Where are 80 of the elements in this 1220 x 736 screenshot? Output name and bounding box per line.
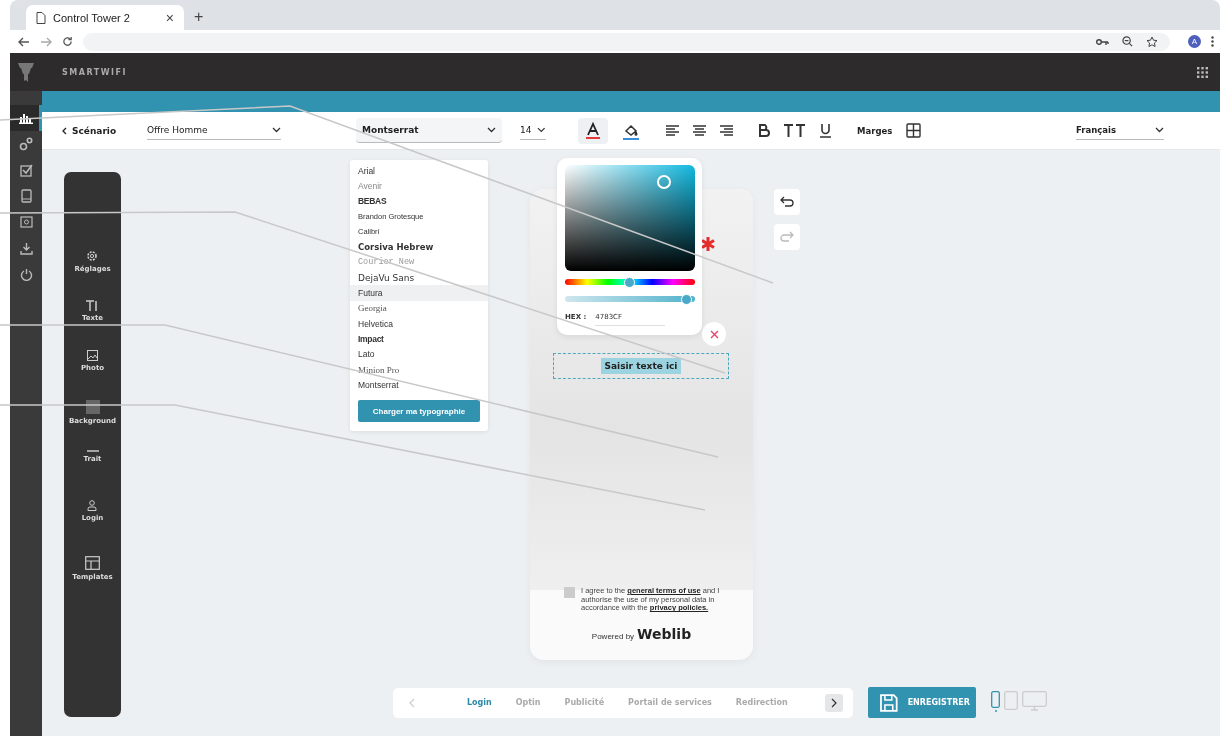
rail-item[interactable] [10,105,42,131]
font-option[interactable]: Helvetica [350,315,488,332]
gears-icon [19,137,33,151]
font-option[interactable]: DejaVu Sans [350,270,488,286]
close-icon [709,329,719,339]
font-option[interactable]: Arial [350,163,488,179]
font-option[interactable]: Futura [350,285,488,301]
star-icon[interactable] [1146,35,1158,48]
undo-icon [780,196,794,208]
opacity-thumb[interactable] [680,294,692,305]
font-option[interactable]: Lato [350,346,488,362]
back-link[interactable]: Scénario [72,125,147,136]
font-option[interactable]: Montserrat [350,377,488,393]
text-box[interactable]: Saisir texte ici [600,358,682,374]
undo-button[interactable] [774,189,800,215]
gear-icon[interactable] [86,250,99,262]
back-arrow-icon[interactable] [18,36,30,47]
text-icon[interactable] [86,300,99,311]
new-tab-button[interactable]: + [194,8,204,26]
grid-icon[interactable] [906,123,922,138]
font-option[interactable]: Minion Pro [350,361,488,378]
color-handle[interactable] [657,175,671,189]
apps-grid-icon[interactable] [1197,66,1208,78]
layout-icon[interactable] [85,556,100,570]
zoom-out-icon[interactable] [1122,36,1133,47]
align-center-icon[interactable] [693,125,706,136]
caret-icon [487,127,496,133]
back-chevron-icon[interactable] [62,126,67,135]
image-icon[interactable] [87,350,98,361]
tab-title: Control Tower 2 [53,11,130,24]
font-dropdown[interactable]: Montserrat [356,118,502,143]
hue-thumb[interactable] [623,277,635,288]
close-tab-button[interactable]: × [165,9,174,26]
save-button[interactable]: ENREGISTRER [868,687,976,718]
certificate-icon [19,215,33,229]
page-icon [36,11,46,24]
caret-icon [272,127,281,133]
reload-icon[interactable] [62,36,73,47]
bold-icon[interactable] [759,124,770,137]
user-icon[interactable] [87,500,98,511]
scenario-dropdown[interactable]: Offre Homme [147,121,281,140]
margins-button[interactable]: Marges [857,125,893,136]
upload-font-button[interactable]: Charger ma typographie [358,400,480,423]
language-dropdown[interactable]: Français [1076,121,1164,140]
caret-icon [1155,127,1164,133]
redo-icon [780,231,794,243]
browser-tab[interactable]: Control Tower 2 × [26,5,184,30]
profile-avatar[interactable]: A [1188,35,1201,48]
opacity-slider[interactable] [565,296,695,302]
bar-chart-icon [19,112,33,124]
color-field[interactable] [565,165,695,271]
font-option[interactable]: Georgia [350,300,488,316]
chevron-right-icon [831,697,837,708]
hue-slider[interactable] [565,279,695,285]
powered-by-label: Powered by [591,632,635,641]
font-size-dropdown[interactable]: 14 [520,121,546,140]
key-icon [1096,37,1109,46]
next-button[interactable] [825,693,843,712]
font-option[interactable]: Avenir [350,178,488,194]
tablet-icon [20,189,32,203]
font-option[interactable]: BEBAS [350,193,488,209]
uppercase-icon[interactable] [784,124,806,137]
line-icon[interactable] [86,450,99,452]
checkbox-icon [19,163,33,177]
asterisk-icon [700,236,716,252]
align-right-icon[interactable] [720,125,733,136]
weblib-logo: Weblib [637,626,692,642]
underline-icon[interactable] [820,123,831,138]
power-icon [19,267,33,281]
download-icon [19,241,33,255]
more-menu-icon[interactable] [1211,36,1214,47]
font-option[interactable]: Impact [350,331,488,347]
step-tab[interactable]: Login [467,698,492,707]
caret-icon [537,127,546,133]
align-left-icon[interactable] [666,125,679,136]
app-brand: SMARTWIFI [62,67,127,77]
selection-frame[interactable]: Saisir texte ici [553,353,729,379]
font-option[interactable]: Corsiva Hebrew [350,239,488,255]
text-color-icon[interactable] [578,117,608,144]
consent-checkbox[interactable] [564,587,575,598]
